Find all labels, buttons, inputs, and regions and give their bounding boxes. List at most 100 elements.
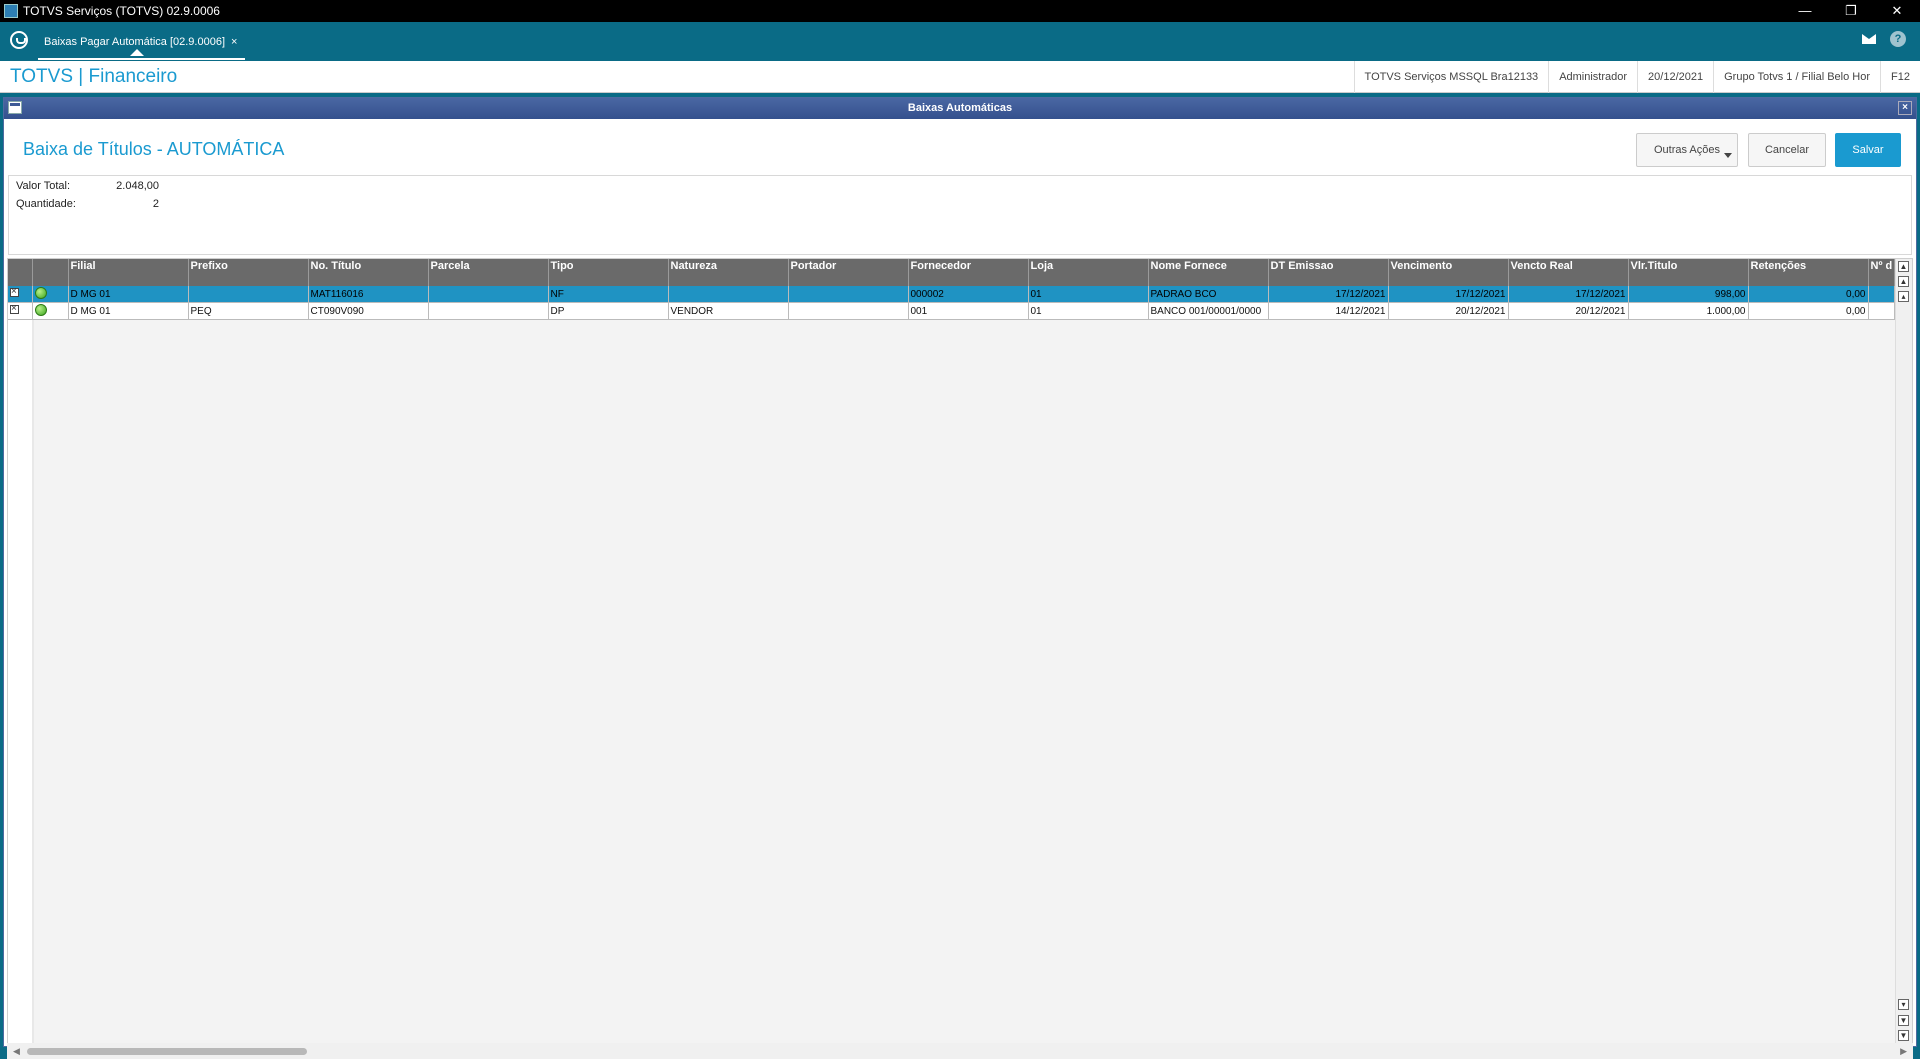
col-filial[interactable]: Filial xyxy=(68,259,189,286)
dialog-body: Baixa de Títulos - AUTOMÁTICA Outras Açõ… xyxy=(4,119,1916,1059)
cell-vencimento[interactable]: 20/12/2021 xyxy=(1388,302,1509,320)
total-label: Valor Total: xyxy=(16,180,71,192)
cell-portador[interactable] xyxy=(788,286,909,303)
col-dt-emissao[interactable]: DT Emissao xyxy=(1268,259,1389,286)
summary-panel: Valor Total: 2.048,00 Quantidade: 2 xyxy=(8,175,1912,255)
cell-filial[interactable]: D MG 01 xyxy=(68,286,189,303)
f12-shortcut[interactable]: F12 xyxy=(1880,61,1920,93)
cell-natureza[interactable]: VENDOR xyxy=(668,302,789,320)
scroll-up-icon[interactable]: ▴ xyxy=(1898,291,1909,302)
tab-label: Baixas Pagar Automática [02.9.0006] xyxy=(44,36,226,48)
cell-vencimento[interactable]: 17/12/2021 xyxy=(1388,286,1509,303)
checkbox-icon[interactable] xyxy=(10,286,19,298)
cell-no-titulo[interactable]: CT090V090 xyxy=(308,302,429,320)
header-check[interactable] xyxy=(8,259,33,286)
cell-n-d[interactable] xyxy=(1868,302,1896,320)
dialog-close-icon[interactable]: × xyxy=(1898,101,1912,115)
cell-loja[interactable]: 01 xyxy=(1028,302,1149,320)
row-checkbox[interactable] xyxy=(8,286,33,303)
col-retencoes[interactable]: Retenções xyxy=(1748,259,1869,286)
titles-grid[interactable]: Filial Prefixo No. Título Parcela Tipo N… xyxy=(7,258,1913,1044)
tab-bar: Baixas Pagar Automática [02.9.0006] × ? xyxy=(0,22,1920,61)
cell-parcela[interactable] xyxy=(428,286,549,303)
horizontal-scrollbar[interactable]: ◀ ▶ xyxy=(7,1043,1913,1059)
col-prefixo[interactable]: Prefixo xyxy=(188,259,309,286)
window-icon xyxy=(8,101,22,114)
dialog-titlebar: Baixas Automáticas × xyxy=(4,98,1916,119)
status-green-icon xyxy=(34,303,47,316)
cell-dt-emissao[interactable]: 14/12/2021 xyxy=(1268,302,1389,320)
scroll-page-down-icon[interactable]: ▼ xyxy=(1898,1015,1909,1026)
cell-vlr-titulo[interactable]: 998,00 xyxy=(1628,286,1749,303)
restore-button[interactable]: ❐ xyxy=(1828,0,1874,22)
cell-prefixo[interactable]: PEQ xyxy=(188,302,309,320)
cell-fornecedor[interactable]: 000002 xyxy=(908,286,1029,303)
cell-no-titulo[interactable]: MAT116016 xyxy=(308,286,429,303)
checkbox-icon[interactable] xyxy=(10,303,19,315)
scroll-right-icon[interactable]: ▶ xyxy=(1900,1046,1907,1057)
cell-retencoes[interactable]: 0,00 xyxy=(1748,302,1869,320)
col-no-titulo[interactable]: No. Título xyxy=(308,259,429,286)
table-row[interactable]: D MG 01 PEQ CT090V090 DP VENDOR 001 01 B… xyxy=(8,302,1896,320)
minimize-button[interactable]: — xyxy=(1782,0,1828,22)
cell-prefixo[interactable] xyxy=(188,286,309,303)
cell-tipo[interactable]: NF xyxy=(548,286,669,303)
col-vencimento[interactable]: Vencimento xyxy=(1388,259,1509,286)
cancel-button[interactable]: Cancelar xyxy=(1748,133,1826,167)
user-info[interactable]: Administrador xyxy=(1548,61,1637,93)
other-actions-button[interactable]: Outras Ações xyxy=(1636,133,1738,167)
col-nome-fornece[interactable]: Nome Fornece xyxy=(1148,259,1269,286)
cell-n-d[interactable] xyxy=(1868,286,1896,303)
tab-close-icon[interactable]: × xyxy=(231,36,237,48)
table-row[interactable]: D MG 01 MAT116016 NF 000002 01 PADRAO BC… xyxy=(8,286,1896,303)
col-vlr-titulo[interactable]: Vlr.Titulo xyxy=(1628,259,1749,286)
help-icon[interactable]: ? xyxy=(1890,31,1906,47)
cell-vlr-titulo[interactable]: 1.000,00 xyxy=(1628,302,1749,320)
app-header: TOTVS | Financeiro TOTVS Serviços MSSQL … xyxy=(0,61,1920,93)
cell-fornecedor[interactable]: 001 xyxy=(908,302,1029,320)
scroll-page-up-icon[interactable]: ▲ xyxy=(1898,276,1909,287)
col-fornecedor[interactable]: Fornecedor xyxy=(908,259,1029,286)
row-checkbox[interactable] xyxy=(8,302,33,320)
date-info[interactable]: 20/12/2021 xyxy=(1637,61,1713,93)
total-value: 2.048,00 xyxy=(116,180,159,192)
mail-icon[interactable] xyxy=(1862,34,1876,44)
cell-vencto-real[interactable]: 17/12/2021 xyxy=(1508,286,1629,303)
window-title: TOTVS Serviços (TOTVS) 02.9.0006 xyxy=(23,4,220,18)
col-vencto-real[interactable]: Vencto Real xyxy=(1508,259,1629,286)
page-title: Baixa de Títulos - AUTOMÁTICA xyxy=(23,139,285,159)
close-window-button[interactable]: ✕ xyxy=(1874,0,1920,22)
cell-natureza[interactable] xyxy=(668,286,789,303)
save-button[interactable]: Salvar xyxy=(1835,133,1901,167)
branch-info[interactable]: Grupo Totvs 1 / Filial Belo Hor xyxy=(1713,61,1880,93)
cell-vencto-real[interactable]: 20/12/2021 xyxy=(1508,302,1629,320)
cell-portador[interactable] xyxy=(788,302,909,320)
scroll-down-icon[interactable]: ▾ xyxy=(1898,999,1909,1010)
cell-nome-fornece[interactable]: BANCO 001/00001/0000 xyxy=(1148,302,1269,320)
cell-tipo[interactable]: DP xyxy=(548,302,669,320)
power-home-icon[interactable] xyxy=(10,31,28,49)
col-tipo[interactable]: Tipo xyxy=(548,259,669,286)
cell-retencoes[interactable]: 0,00 xyxy=(1748,286,1869,303)
header-status[interactable] xyxy=(32,259,69,286)
col-parcela[interactable]: Parcela xyxy=(428,259,549,286)
environment-info[interactable]: TOTVS Serviços MSSQL Bra12133 xyxy=(1353,61,1549,93)
cell-filial[interactable]: D MG 01 xyxy=(68,302,189,320)
horizontal-scroll-thumb[interactable] xyxy=(27,1048,307,1055)
cell-parcela[interactable] xyxy=(428,302,549,320)
vertical-scrollbar[interactable]: ▲ ▲ ▴ ▾ ▼ ▼ xyxy=(1895,259,1912,1043)
row-status xyxy=(32,286,69,303)
col-natureza[interactable]: Natureza xyxy=(668,259,789,286)
cell-loja[interactable]: 01 xyxy=(1028,286,1149,303)
scroll-bottom-icon[interactable]: ▼ xyxy=(1898,1030,1909,1041)
titles-table: Filial Prefixo No. Título Parcela Tipo N… xyxy=(8,259,1896,320)
col-portador[interactable]: Portador xyxy=(788,259,909,286)
cell-dt-emissao[interactable]: 17/12/2021 xyxy=(1268,286,1389,303)
col-n-d[interactable]: Nº d xyxy=(1868,259,1896,286)
scroll-left-icon[interactable]: ◀ xyxy=(13,1046,20,1057)
cell-nome-fornece[interactable]: PADRAO BCO xyxy=(1148,286,1269,303)
dialog-baixas-automaticas: Baixas Automáticas × Baixa de Títulos - … xyxy=(3,97,1917,1059)
scroll-top-icon[interactable]: ▲ xyxy=(1898,261,1909,272)
col-loja[interactable]: Loja xyxy=(1028,259,1149,286)
quantity-label: Quantidade: xyxy=(16,198,76,210)
